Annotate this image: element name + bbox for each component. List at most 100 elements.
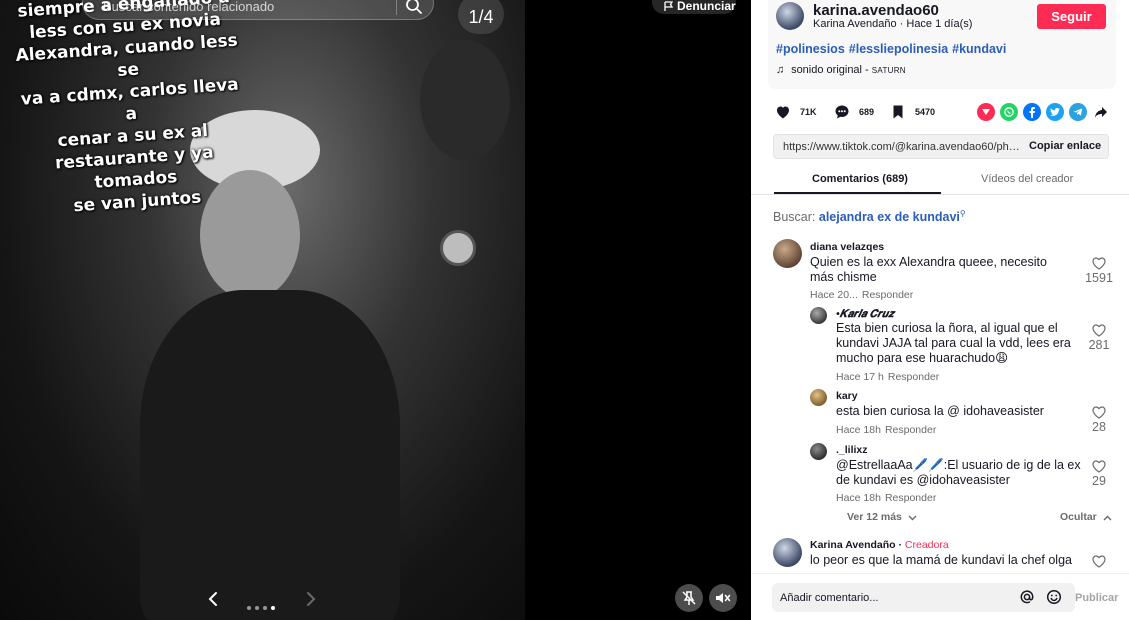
at-mention-icon[interactable] [1019, 589, 1035, 605]
avatar[interactable] [773, 239, 802, 268]
reply-time: Hace 18h [836, 492, 881, 504]
comment-bubble-icon [835, 105, 849, 119]
carousel-dot-active[interactable] [271, 606, 275, 610]
share-facebook-button[interactable] [1023, 103, 1041, 121]
reply-like-count: 29 [1092, 474, 1106, 488]
heart-outline-icon [1092, 555, 1106, 568]
bookmark-icon [893, 105, 903, 119]
hashtag-link[interactable]: #kundavi [952, 42, 1006, 56]
post-comment-button[interactable]: Publicar [1075, 592, 1118, 604]
reply-button[interactable]: Responder [888, 371, 939, 383]
carousel-dot[interactable] [255, 606, 259, 610]
telegram-icon [1073, 108, 1083, 116]
comment-author-row: Karina Avendaño · Creadora [810, 539, 949, 551]
chevron-up-icon [1103, 515, 1112, 521]
post-photo: siempre a engañado a less con su ex novi… [0, 0, 525, 620]
carousel-dot[interactable] [247, 606, 251, 610]
avatar[interactable] [810, 443, 827, 460]
carousel-dot[interactable] [263, 606, 267, 610]
creator-badge: Creadora [904, 539, 949, 551]
emoji-icon[interactable] [1046, 589, 1062, 605]
reply-time: Hace 18h [836, 424, 881, 436]
share-repost-button[interactable] [977, 103, 995, 121]
panel-tabs: Comentarios (689) Vídeos del creador [751, 167, 1129, 195]
avatar[interactable] [776, 2, 804, 30]
follow-button[interactable]: Seguir [1037, 4, 1106, 29]
hashtag-link[interactable]: #polinesios [776, 42, 845, 56]
tab-comments[interactable]: Comentarios (689) [812, 173, 908, 185]
reply-like-button[interactable]: 28 [1084, 406, 1114, 434]
media-viewer: siempre a engañado a less con su ex novi… [0, 0, 751, 620]
mute-button[interactable] [709, 584, 737, 612]
author-display-name[interactable]: Karina Avendaño [813, 18, 897, 30]
hashtag-link[interactable]: #lessliepolinesia [849, 42, 948, 56]
reply-author[interactable]: kary [836, 390, 858, 402]
reply-button[interactable]: Responder [885, 424, 936, 436]
reply-like-count: 281 [1088, 338, 1110, 352]
comment-text: lo peor es que la mamá de kundavi la che… [810, 553, 1072, 567]
share-twitter-button[interactable] [1046, 103, 1064, 121]
search-suggest-term[interactable]: alejandra ex de kundavi [819, 210, 960, 224]
comment-search-suggestion: Buscar: alejandra ex de kundavi⚲ [773, 209, 966, 224]
post-time: Hace 1 día(s) [906, 18, 973, 30]
comment-time: Hace 20... [810, 289, 858, 301]
share-telegram-button[interactable] [1069, 103, 1087, 121]
sound-link[interactable]: ♫ sonido original - SATURN [776, 64, 906, 76]
body-shape [140, 290, 400, 620]
reply-time: Hace 17 h [836, 371, 884, 383]
active-tab-indicator [774, 192, 941, 194]
hashtag-list: #polinesios #lessliepolinesia #kundavi [776, 42, 1010, 56]
copy-link-button[interactable]: Copiar enlace [1029, 140, 1101, 152]
report-button[interactable]: Denunciar [652, 0, 736, 14]
search-icon[interactable] [405, 0, 423, 15]
heart-outline-icon [1092, 257, 1106, 270]
whatsapp-icon [1004, 107, 1014, 117]
heart-outline-icon [1092, 324, 1106, 337]
share-whatsapp-button[interactable] [1000, 103, 1018, 121]
view-more-replies-button[interactable]: Ver 12 más [847, 511, 917, 523]
watch-shape [440, 230, 476, 266]
chevron-left-icon[interactable] [204, 589, 224, 609]
reply-author[interactable]: ._lilixz [836, 444, 868, 456]
post-link-box: https://www.tiktok.com/@karina.avendao60… [773, 134, 1109, 159]
reply-button[interactable]: Responder [885, 492, 936, 504]
reply-author[interactable]: •𝑲𝒂𝒓𝒍𝒂 𝑪𝒓𝒖𝒛 [836, 308, 894, 321]
hide-label: Ocultar [1060, 511, 1097, 523]
tab-creator-videos[interactable]: Vídeos del creador [981, 173, 1073, 185]
sound-label: sonido original - [791, 64, 869, 76]
like-count: 71K [800, 107, 817, 117]
music-note-icon: ♫ [776, 64, 785, 76]
report-label: Denunciar [677, 0, 736, 13]
hide-replies-button[interactable]: Ocultar [1060, 511, 1112, 523]
pin-button[interactable] [675, 584, 703, 612]
author-username[interactable]: karina.avendao60 [813, 2, 939, 19]
avatar[interactable] [810, 307, 827, 324]
comment-text: Quien es la exx Alexandra queee, necesit… [810, 255, 1047, 284]
carousel-dots [247, 597, 279, 610]
reply-button[interactable]: Responder [862, 289, 913, 301]
view-more-label: Ver 12 más [847, 511, 902, 523]
comment-like-button[interactable] [1084, 555, 1114, 568]
heart-outline-icon [1092, 460, 1106, 473]
chevron-right-icon[interactable] [300, 589, 320, 609]
comment-meta: Hace 20... Responder [810, 289, 913, 301]
side-panel: karina.avendao60 Karina Avendaño · Hace … [751, 0, 1129, 620]
comment-like-button[interactable]: 1591 [1084, 257, 1114, 285]
author-separator: · [895, 539, 905, 551]
background-person-shape [420, 40, 510, 160]
heart-icon [777, 106, 789, 119]
comment-like-count: 1591 [1085, 271, 1113, 285]
related-search-bar[interactable]: Buscar contenido relacionado [82, 0, 434, 20]
share-arrow-icon[interactable] [1094, 105, 1108, 119]
save-count: 5470 [915, 107, 936, 117]
avatar[interactable] [773, 538, 802, 567]
comment-author[interactable]: diana velazqes [810, 241, 884, 253]
photo-caption-overlay: siempre a engañado a less con su ex novi… [0, 0, 255, 221]
reply-like-count: 28 [1092, 420, 1106, 434]
reply-meta: Hace 18h Responder [836, 492, 936, 504]
reply-like-button[interactable]: 281 [1084, 324, 1114, 352]
avatar[interactable] [810, 389, 827, 406]
post-link-url[interactable]: https://www.tiktok.com/@karina.avendao60… [783, 141, 1021, 153]
comment-author[interactable]: Karina Avendaño [810, 539, 896, 551]
reply-like-button[interactable]: 29 [1084, 460, 1114, 488]
